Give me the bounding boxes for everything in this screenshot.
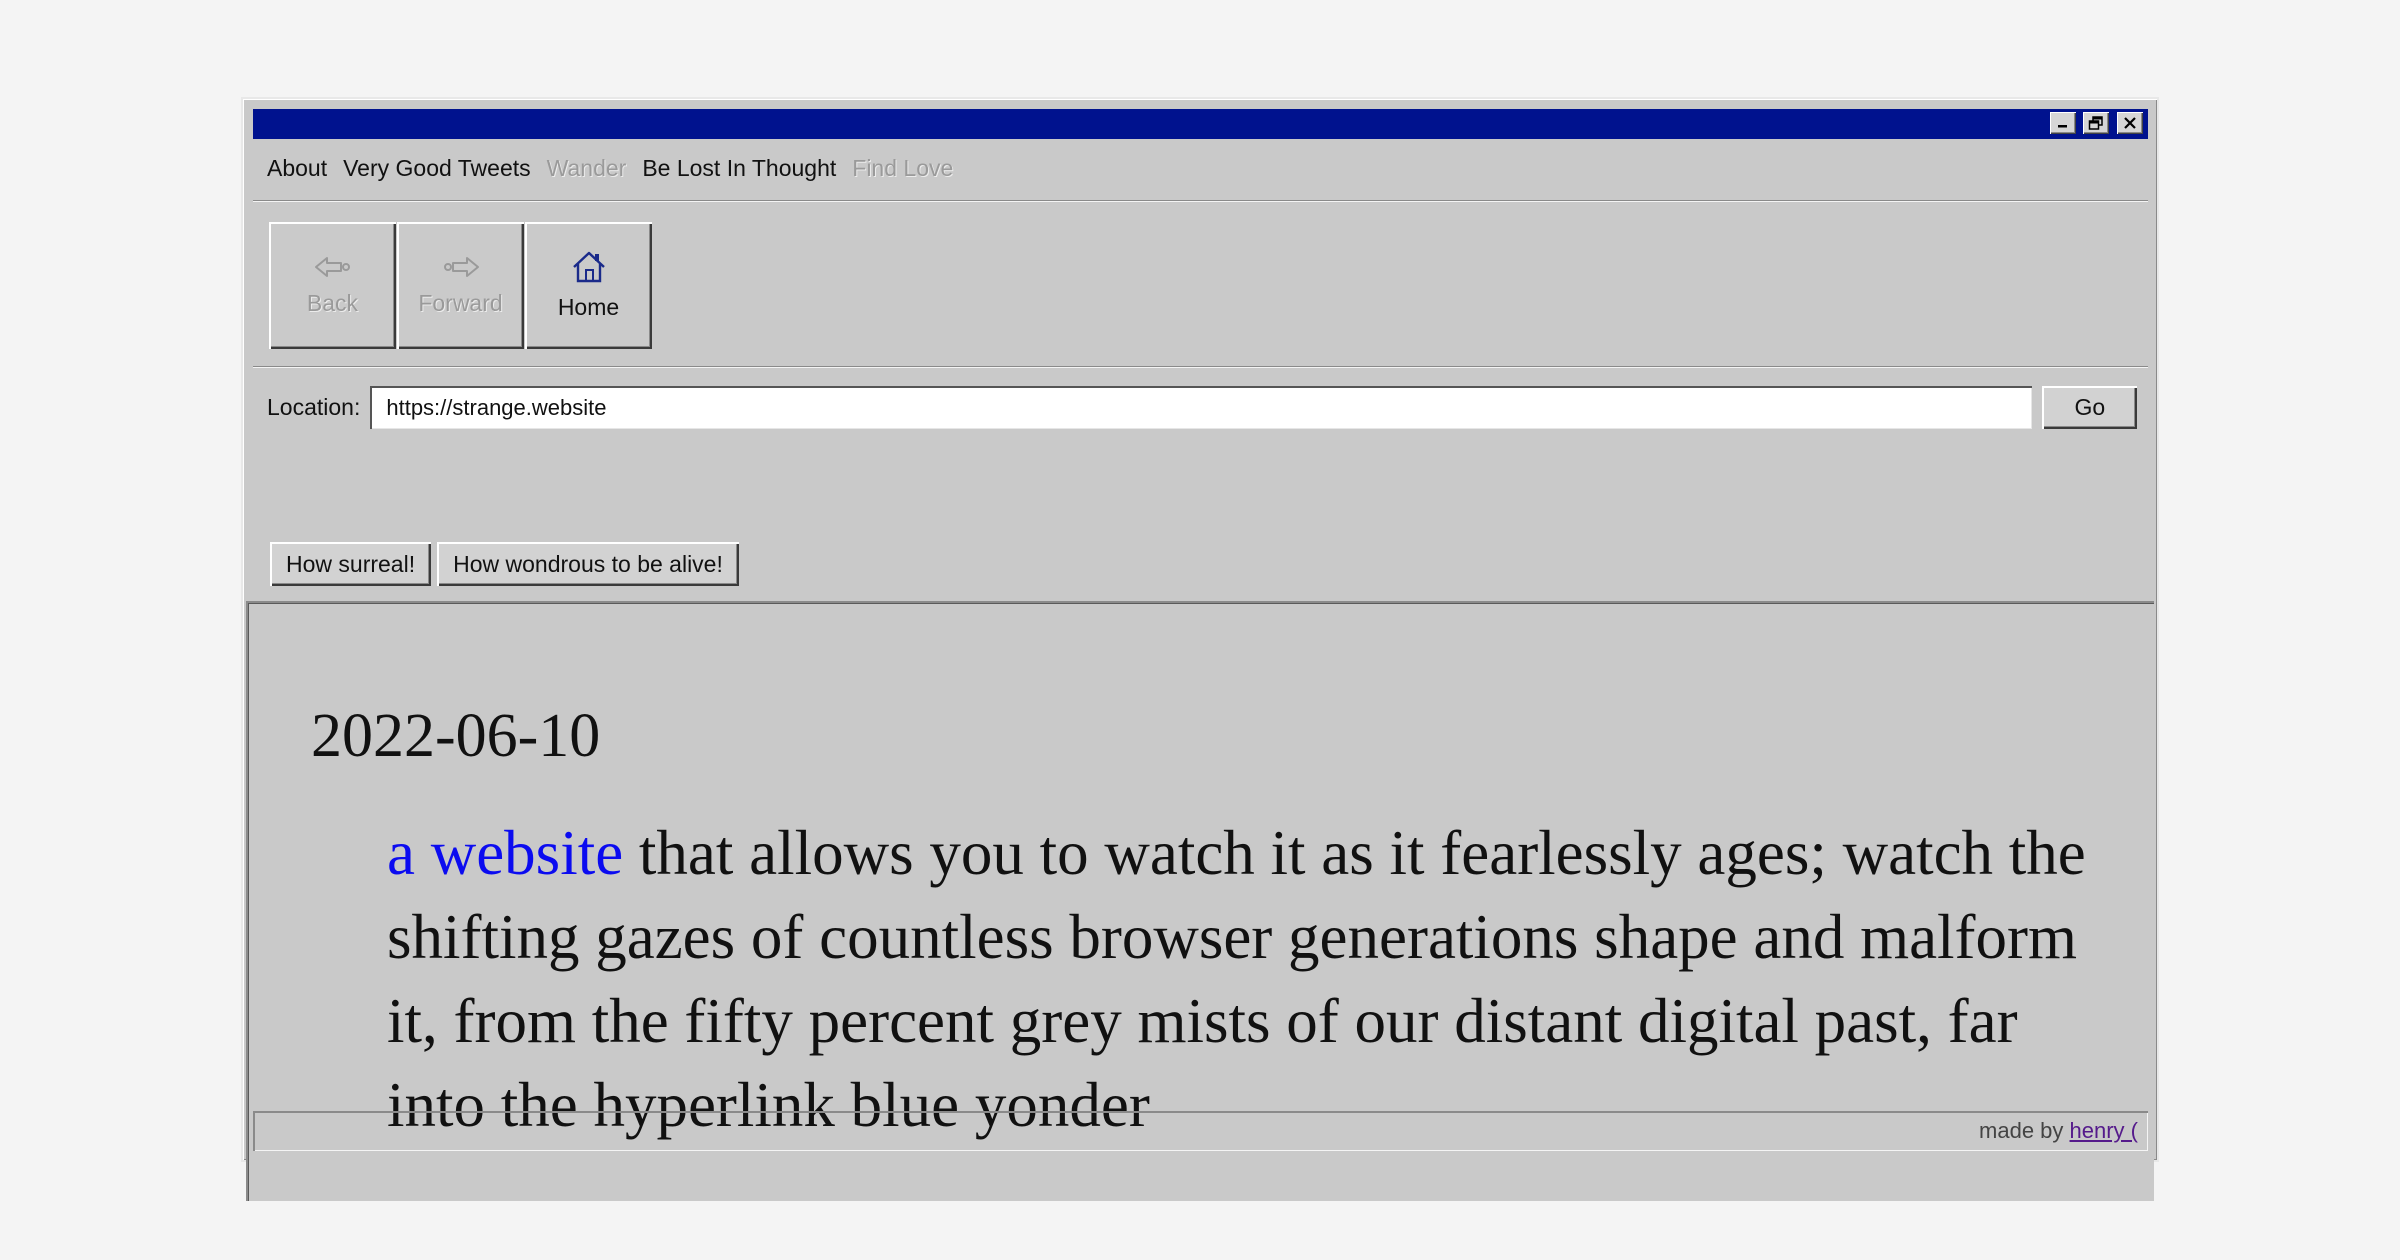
home-label: Home (557, 294, 620, 320)
navigation-toolbar: Back Forward Home (269, 222, 653, 349)
close-button[interactable] (2117, 112, 2143, 134)
bookmark-how-wondrous[interactable]: How wondrous to be alive! (437, 542, 739, 586)
toolbar-separator (253, 366, 2148, 368)
post-link[interactable]: a website (387, 818, 623, 888)
credit-prefix: made by (1979, 1118, 2070, 1143)
back-label: Back (306, 290, 359, 316)
bookmarks-bar: How surreal! How wondrous to be alive! (270, 542, 745, 586)
menu-item-very-good-tweets[interactable]: Very Good Tweets (343, 155, 531, 182)
restore-button[interactable] (2083, 112, 2109, 134)
forward-label: Forward (418, 290, 503, 316)
close-icon (2124, 117, 2136, 129)
menu-item-about[interactable]: About (267, 155, 327, 182)
forward-button[interactable]: Forward (397, 222, 524, 349)
location-input[interactable] (370, 386, 2033, 429)
bookmark-how-surreal[interactable]: How surreal! (270, 542, 432, 586)
menu-item-be-lost-in-thought[interactable]: Be Lost In Thought (642, 155, 836, 182)
home-icon (572, 251, 605, 283)
post-body: a website that allows you to watch it as… (387, 811, 2107, 1147)
home-button[interactable]: Home (525, 222, 652, 349)
menu-bar: About Very Good Tweets Wander Be Lost In… (253, 151, 955, 185)
status-bar: made by henry ( (253, 1111, 2148, 1151)
menu-separator (253, 200, 2148, 202)
credit-link[interactable]: henry ( (2070, 1118, 2138, 1143)
browser-window: About Very Good Tweets Wander Be Lost In… (241, 97, 2159, 1201)
menu-item-find-love[interactable]: Find Love (852, 155, 953, 182)
location-label: Location: (267, 394, 361, 420)
post-text: that allows you to watch it as it fearle… (387, 818, 2086, 1140)
back-button[interactable]: Back (269, 222, 396, 349)
go-button[interactable]: Go (2042, 386, 2138, 429)
menu-item-wander[interactable]: Wander (547, 155, 627, 182)
back-arrow-icon (314, 257, 350, 277)
restore-icon (2088, 116, 2103, 130)
post-date: 2022-06-10 (311, 702, 601, 770)
credit: made by henry ( (1979, 1118, 2138, 1144)
location-bar: Location: Go (267, 386, 2138, 429)
forward-arrow-icon (443, 257, 479, 277)
title-bar[interactable] (253, 109, 2148, 139)
minimize-icon (2058, 125, 2067, 128)
minimize-button[interactable] (2050, 112, 2076, 134)
